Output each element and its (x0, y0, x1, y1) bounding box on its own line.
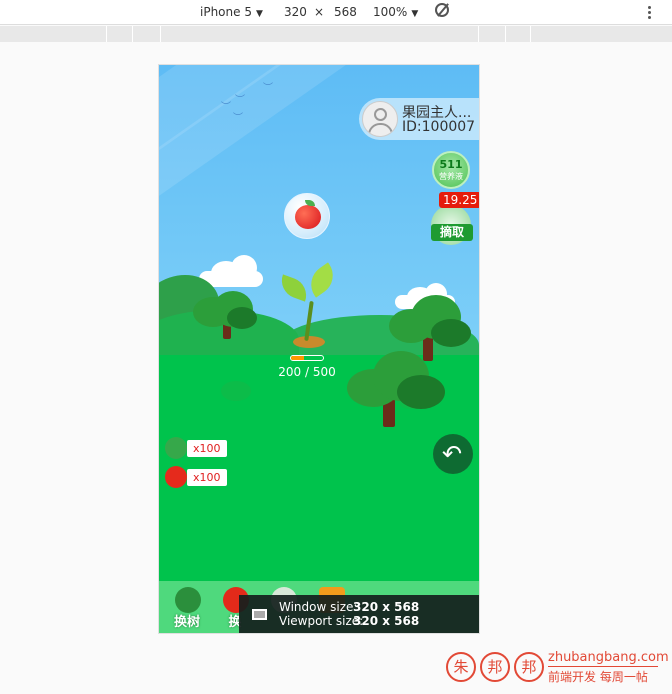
tree-count: x100 (187, 440, 227, 457)
tree-icon (165, 437, 187, 459)
player-id: ID:100007 (402, 119, 476, 135)
pick-badge: 19.25 (439, 192, 479, 208)
tree (193, 291, 263, 341)
growth-progress-bar (290, 355, 324, 361)
viewport-size-value: 320 x 568 (353, 614, 420, 628)
watermark-seal: 邦 (514, 652, 544, 682)
device-toolbar: iPhone 5 ▼ 320 × 568 100% ▼ (0, 0, 672, 25)
apple-count: x100 (187, 469, 227, 486)
growth-progress-text: 200 / 500 (278, 365, 336, 379)
phone-viewport: ︶ ︶ ︶ ︶ 果园主人... ID:100007 511 营养液 19.25 … (158, 64, 480, 634)
soil (293, 336, 325, 348)
rotate-icon[interactable] (435, 3, 449, 17)
apple-bubble[interactable] (284, 193, 330, 239)
nutrient-count: 511 (439, 158, 463, 171)
tree-icon (175, 587, 201, 613)
bird-icon: ︶ (221, 102, 231, 113)
tree (347, 351, 447, 431)
dimension-separator: × (314, 5, 325, 19)
avatar (362, 101, 398, 137)
tab-change-tree[interactable]: 换树 (167, 581, 207, 633)
window-size-overlay: Window size:320 x 568 Viewport size:320 … (239, 595, 479, 633)
nutrient-button[interactable]: 511 营养液 (432, 151, 470, 189)
device-name: iPhone 5 (200, 5, 252, 19)
chevron-down-icon: ▼ (255, 9, 263, 19)
watermark-seal: 邦 (480, 652, 510, 682)
media-query-ruler[interactable] (0, 26, 672, 42)
bird-icon: ︶ (263, 83, 273, 94)
zoom-select[interactable]: 100% ▼ (373, 5, 418, 19)
watermark-seal: 朱 (446, 652, 476, 682)
bird-icon: ︶ (235, 95, 245, 106)
window-size-label: Window size: (279, 600, 358, 614)
back-arrow-icon: ↶ (442, 440, 463, 468)
tab-label: 换树 (173, 615, 200, 630)
growth-progress-fill (291, 356, 304, 360)
viewport-size-label: Viewport size: (279, 614, 364, 628)
watermark-slogan: 前端开发 每周一帖 (548, 670, 648, 684)
zoom-value: 100% (373, 5, 408, 19)
back-button[interactable]: ↶ (433, 434, 473, 474)
player-profile[interactable]: 果园主人... ID:100007 (359, 98, 479, 140)
more-options-icon[interactable] (648, 6, 652, 21)
tree-counter[interactable]: x100 (165, 437, 227, 459)
apple-icon (165, 466, 187, 488)
watermark-divider (548, 666, 658, 667)
pick-button[interactable]: 摘取 (431, 224, 473, 241)
nutrient-label: 营养液 (439, 172, 463, 181)
height-input[interactable]: 568 (334, 5, 357, 19)
device-select[interactable]: iPhone 5 ▼ (200, 5, 263, 19)
cloud (231, 255, 257, 281)
window-size-value: 320 x 568 (353, 600, 420, 614)
apple-counter[interactable]: x100 (165, 466, 227, 488)
window-icon (252, 609, 267, 620)
watermark-site: zhubangbang.com (548, 650, 669, 665)
bird-icon: ︶ (233, 113, 243, 124)
chevron-down-icon: ▼ (411, 9, 419, 19)
width-input[interactable]: 320 (284, 5, 307, 19)
apple-icon (295, 205, 321, 229)
